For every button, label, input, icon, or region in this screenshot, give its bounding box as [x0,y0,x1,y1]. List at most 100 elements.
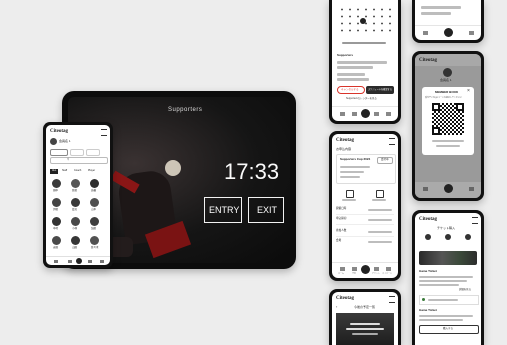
back-icon[interactable]: ‹ [336,305,337,309]
list-item[interactable]: 伊藤 [50,198,64,216]
center-action-icon[interactable] [444,184,453,193]
row-label: 会場 [336,239,342,242]
list-item[interactable]: 渡辺 [69,198,83,216]
card-title: Game Ticket [419,308,437,312]
calendar-selected-day[interactable] [360,18,366,24]
ticket-icon[interactable] [88,260,92,263]
profile-icon[interactable] [469,187,474,191]
category-row [419,234,477,246]
calendar-grid [338,6,392,34]
list-item[interactable]: 佐藤 [69,179,83,197]
center-action-icon[interactable] [361,109,370,118]
home-icon[interactable] [340,112,345,116]
app-logo: Citeotag [336,296,355,301]
nav-reserve-label: 予約 [352,273,357,275]
calendar-icon[interactable] [352,112,357,116]
tab-staff[interactable]: Staff [62,169,67,173]
detail-link[interactable]: 詳細を見る [459,288,471,291]
calendar-icon[interactable] [68,260,72,263]
ticket-option[interactable] [419,295,479,305]
menu-icon[interactable] [472,217,478,224]
card-title: Game Ticket [419,269,437,273]
purchase-button[interactable]: 購入する [419,325,479,334]
search-icon: ⚲ [67,157,70,161]
row-label: 開催日時 [336,207,347,210]
ticket-icon[interactable] [374,112,379,116]
bottom-nav: ホーム 予約 チケット マイページ [332,262,398,278]
avatar [50,138,57,145]
action-row [336,188,394,204]
schedule-button[interactable]: スケジュールを確認する [366,86,394,94]
center-action-icon[interactable] [361,265,370,274]
list-item[interactable]: 田中 [50,179,64,197]
section-title: お申込内容 [336,147,352,151]
tab-all[interactable]: ALL [50,169,59,174]
event-image[interactable] [336,313,394,345]
modal-note: 受付でこのQRコードを提示してください [425,97,462,99]
app-logo: Citeotag [50,129,69,134]
center-action-icon[interactable] [76,258,82,264]
calendar-icon[interactable] [352,267,357,271]
list-item[interactable]: 佐々木 [88,236,102,254]
phone-calendar-device: Supporters キャンセルする スケジュールを確認する Supporter… [329,0,401,124]
event-card[interactable]: Supporters Cup 2024 受付中 [336,154,396,184]
status-badge: 受付中 [377,157,393,164]
app-logo: Citeotag [336,138,355,143]
kiosk-logo: Supporters [168,107,203,113]
page-title: チケット購入 [437,226,456,230]
menu-icon[interactable] [101,129,107,136]
category-icon[interactable] [425,234,431,240]
share-icon[interactable] [346,190,354,198]
home-icon[interactable] [423,187,428,191]
list-item[interactable]: 中村 [50,217,64,235]
exit-button-label: EXIT [257,205,278,215]
list-item[interactable]: 高橋 [88,179,102,197]
detail-rows: 開催日時 申込締切 参加人数 会場 [336,207,394,256]
modal-title: MEMBER BOOK [435,90,459,94]
close-icon[interactable]: × [467,89,472,94]
list-item[interactable]: 小林 [69,217,83,235]
profile-icon[interactable] [386,267,391,271]
tab-player[interactable]: Player [88,169,95,173]
top-right-screen [415,0,481,40]
list-item[interactable]: 山本 [88,198,102,216]
list-item[interactable]: 吉田 [50,236,64,254]
cancel-button[interactable]: キャンセルする [337,86,365,94]
category-icon[interactable] [465,234,471,240]
nav-home-label: ホーム [338,273,344,275]
bottom-nav [415,182,481,198]
entry-button[interactable]: ENTRY [204,197,242,223]
nav-ticket-label: チケット [372,273,381,275]
qr-modal: × MEMBER BOOK 受付でこのQRコードを提示してください [422,87,474,155]
profile-icon[interactable] [386,112,391,116]
category-icon[interactable] [445,234,451,240]
phone-ticket-device: Citeotag チケット購入 Game Ticket 詳細を見る Game T… [412,210,484,345]
banner-image[interactable] [419,251,477,265]
bottom-nav [332,106,398,121]
center-action-icon[interactable] [444,28,453,37]
profile-icon[interactable] [100,260,104,263]
bookmark-icon[interactable] [376,190,384,198]
page-header: Citeotag [415,54,481,66]
home-icon[interactable] [423,31,428,35]
profile-avatar [443,68,452,77]
phone-qr-device: Citeotag 会員名 1 × MEMBER BOOK 受付でこのQRコードを… [412,51,484,201]
kiosk-time: 17:33 [224,159,280,184]
page-title: 今後の予定一覧 [354,305,376,309]
calendar-link[interactable]: Supportersカレンダーを見る [346,97,377,100]
menu-icon[interactable] [389,138,395,145]
home-icon[interactable] [54,260,58,263]
tab-coach[interactable]: Coach [74,169,81,173]
ticket-icon[interactable] [374,267,379,271]
exit-button[interactable]: EXIT [248,197,284,223]
tab-bar: ALL Staff Coach Player [50,169,106,174]
list-item[interactable]: 山田 [69,236,83,254]
list-item[interactable]: 加藤 [88,217,102,235]
member-section-title: 会員名 1 [59,139,71,143]
menu-icon[interactable] [389,296,395,303]
home-icon[interactable] [340,267,345,271]
search-input[interactable] [50,157,108,164]
profile-icon[interactable] [469,31,474,35]
row-label: 申込締切 [336,217,347,220]
schedule-screen: Citeotag 今後の予定一覧 ‹ [332,292,398,345]
